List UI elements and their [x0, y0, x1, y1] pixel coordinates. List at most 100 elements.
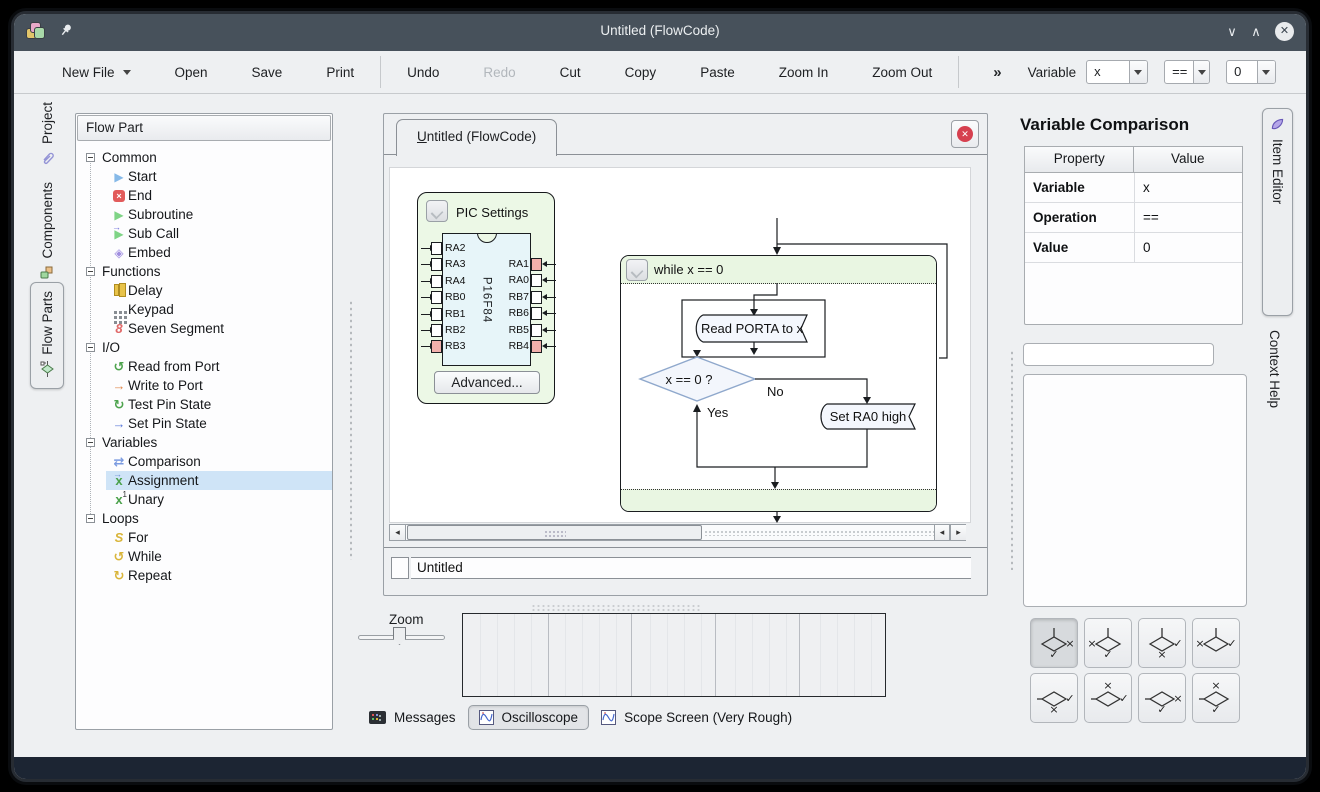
scroll-left-icon[interactable]: ◂ [934, 525, 950, 540]
titlebar[interactable]: Untitled (FlowCode) ∨ ∧ ✕ [14, 14, 1306, 51]
tree-item-seven-segment[interactable]: Seven Segment [106, 319, 332, 338]
cut-button[interactable]: Cut [560, 59, 581, 86]
chevron-down-icon[interactable] [1193, 61, 1209, 83]
table-row[interactable]: Value0 [1025, 233, 1242, 263]
tree-group-common[interactable]: Common [76, 148, 332, 167]
value-select[interactable]: 0 [1226, 60, 1276, 84]
scroll-right-icon[interactable]: ▸ [950, 525, 966, 540]
pin-rb1[interactable] [431, 308, 442, 321]
document-tab[interactable]: Untitled (FlowCode) [396, 119, 557, 156]
splitter-handle[interactable] [1010, 350, 1014, 570]
tab-item-editor[interactable]: Item Editor [1262, 108, 1293, 316]
tree-item-unary[interactable]: Unary [106, 490, 332, 509]
tree-item-write-to-port[interactable]: Write to Port [106, 376, 332, 395]
tree-group-loops[interactable]: Loops [76, 509, 332, 528]
item-editor-listbox[interactable] [1023, 374, 1247, 607]
zoom-in-button[interactable]: Zoom In [779, 59, 829, 86]
value-cell[interactable]: x [1135, 173, 1242, 202]
pin-ra0[interactable] [531, 274, 542, 287]
tree-item-set-pin-state[interactable]: Set Pin State [106, 414, 332, 433]
tree-item-sub-call[interactable]: Sub Call [106, 224, 332, 243]
value-cell[interactable]: == [1135, 203, 1242, 232]
new-file-button[interactable]: New File [62, 59, 131, 86]
collapse-expander-icon[interactable] [86, 514, 95, 523]
tree-item-subroutine[interactable]: Subroutine [106, 205, 332, 224]
pin-rb0[interactable] [431, 291, 442, 304]
undo-button[interactable]: Undo [407, 59, 439, 86]
table-header-property[interactable]: Property [1024, 146, 1135, 173]
scope-drag-handle[interactable] [531, 604, 701, 611]
property-table[interactable]: PropertyValue VariablexOperation==Value0 [1024, 146, 1243, 325]
table-header-value[interactable]: Value [1133, 146, 1244, 173]
flowchart-canvas[interactable]: PIC Settings P16F84 RA2RA3RA4RB0RB1RB2RB… [389, 167, 971, 523]
flowchart-name-field[interactable]: Untitled [411, 557, 971, 579]
chevron-down-icon[interactable] [1129, 61, 1147, 83]
orientation-button-7[interactable]: ×✓ [1138, 673, 1186, 723]
open-button[interactable]: Open [175, 59, 208, 86]
table-row[interactable]: Variablex [1025, 173, 1242, 203]
collapse-chevron-button[interactable] [626, 259, 648, 281]
pin-ra2[interactable] [431, 242, 442, 255]
bottom-tab-messages[interactable]: Messages [359, 706, 466, 729]
advanced-button[interactable]: Advanced... [434, 371, 540, 394]
pin-ra4[interactable] [431, 275, 442, 288]
while-loop-block[interactable]: while x == 0 [620, 255, 937, 512]
name-checkbox[interactable] [391, 557, 409, 579]
orientation-button-6[interactable]: ×✓ [1084, 673, 1132, 723]
pic-settings-component[interactable]: PIC Settings P16F84 RA2RA3RA4RB0RB1RB2RB… [417, 192, 555, 404]
tree-item-assignment[interactable]: Assignment [106, 471, 332, 490]
save-button[interactable]: Save [252, 59, 283, 86]
paste-button[interactable]: Paste [700, 59, 735, 86]
pin-rb4[interactable] [531, 340, 542, 353]
orientation-button-8[interactable]: ×✓ [1192, 673, 1240, 723]
pin-rb3[interactable] [431, 340, 442, 353]
orientation-button-1[interactable]: ×✓ [1030, 618, 1078, 668]
close-document-button[interactable]: ✕ [951, 120, 979, 148]
tree-group-i-o[interactable]: I/O [76, 338, 332, 357]
orientation-button-4[interactable]: ×✓ [1192, 618, 1240, 668]
bottom-tab-scope-screen-very-rough[interactable]: Scope Screen (Very Rough) [591, 706, 802, 729]
minimize-icon[interactable]: ∨ [1222, 22, 1242, 42]
tree-item-for[interactable]: For [106, 528, 332, 547]
operation-select[interactable]: == [1164, 60, 1210, 84]
item-editor-input[interactable] [1023, 343, 1214, 366]
tree-item-test-pin-state[interactable]: Test Pin State [106, 395, 332, 414]
maximize-icon[interactable]: ∧ [1246, 22, 1266, 42]
chevron-down-icon[interactable] [1257, 61, 1275, 83]
horizontal-scrollbar[interactable]: ◂ ◂ ▸ [389, 524, 966, 541]
pin-rb2[interactable] [431, 324, 442, 337]
collapse-expander-icon[interactable] [86, 438, 95, 447]
copy-button[interactable]: Copy [625, 59, 657, 86]
table-row[interactable]: Operation== [1025, 203, 1242, 233]
tree-item-embed[interactable]: Embed [106, 243, 332, 262]
orientation-button-3[interactable]: ×✓ [1138, 618, 1186, 668]
zoom-out-button[interactable]: Zoom Out [872, 59, 932, 86]
while-loop-header[interactable]: while x == 0 [621, 256, 936, 284]
splitter-handle[interactable] [349, 300, 353, 560]
tree-group-functions[interactable]: Functions [76, 262, 332, 281]
tree-item-comparison[interactable]: Comparison [106, 452, 332, 471]
pin-rb5[interactable] [531, 324, 542, 337]
tree-item-delay[interactable]: Delay [106, 281, 332, 300]
redo-button[interactable]: Redo [483, 59, 515, 86]
tree-item-repeat[interactable]: Repeat [106, 566, 332, 585]
pin-ra3[interactable] [431, 258, 442, 271]
pin-rb6[interactable] [531, 307, 542, 320]
zoom-slider-handle[interactable] [393, 627, 406, 645]
flow-parts-header[interactable]: Flow Part [77, 115, 331, 141]
scroll-left-icon[interactable]: ◂ [390, 525, 406, 540]
toolbar-overflow-chevron-icon[interactable]: » [993, 64, 1001, 81]
collapse-expander-icon[interactable] [86, 153, 95, 162]
scrollbar-track[interactable] [704, 530, 934, 536]
collapse-expander-icon[interactable] [86, 267, 95, 276]
collapse-expander-icon[interactable] [86, 343, 95, 352]
variable-select[interactable]: x [1086, 60, 1148, 84]
tree-item-start[interactable]: Start [106, 167, 332, 186]
tree-item-end[interactable]: End [106, 186, 332, 205]
pin-rb7[interactable] [531, 291, 542, 304]
close-icon[interactable]: ✕ [1275, 22, 1294, 41]
bottom-tab-oscilloscope[interactable]: Oscilloscope [468, 705, 590, 730]
pin-ra1[interactable] [531, 258, 542, 271]
tree-item-while[interactable]: While [106, 547, 332, 566]
sidebar-tab-flow-parts[interactable]: Flow Parts [30, 282, 64, 389]
